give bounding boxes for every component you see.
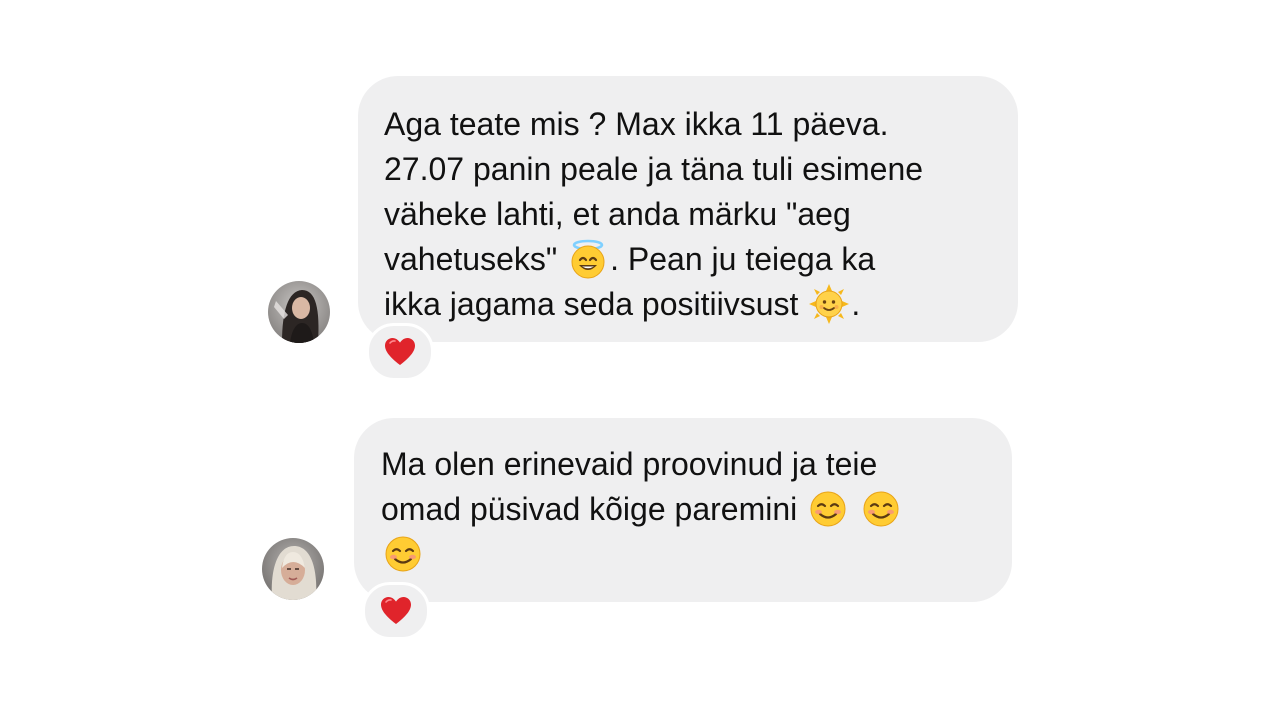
sender-avatar[interactable]	[262, 538, 324, 600]
message-text-line: Aga teate mis ? Max ikka 11 päeva.	[384, 106, 889, 142]
sender-avatar[interactable]	[268, 281, 330, 343]
message-bubble[interactable]: Aga teate mis ? Max ikka 11 päeva. 27.07…	[358, 76, 1018, 342]
sun-with-face-icon	[808, 283, 850, 325]
red-heart-icon	[381, 597, 411, 624]
message-text-fragment: . Pean ju teiega ka	[610, 241, 876, 277]
message-text-line	[381, 532, 1012, 577]
reaction-badge[interactable]	[362, 582, 430, 640]
smiling-face-icon	[860, 488, 902, 530]
message-text-line: väheke lahti, et anda märku "aeg	[384, 196, 851, 232]
message-text-line: ikka jagama seda positiivsust .	[384, 282, 1018, 327]
message-text-fragment: ikka jagama seda positiivsust	[384, 286, 799, 322]
message-text-line: Ma olen erinevaid proovinud ja teie	[381, 446, 878, 482]
chat-thread: Aga teate mis ? Max ikka 11 päeva. 27.07…	[0, 0, 1280, 720]
message-text-line: omad püsivad kõige paremini	[381, 487, 1012, 532]
smiling-face-icon	[807, 488, 849, 530]
message-text-fragment: .	[851, 286, 861, 322]
message-text-line: 27.07 panin peale ja täna tuli esimene	[384, 151, 924, 187]
message-text-fragment: omad püsivad kõige paremini	[381, 491, 798, 527]
reaction-badge[interactable]	[366, 323, 434, 381]
avatar-photo-dark-hair	[268, 281, 330, 343]
message-bubble[interactable]: Ma olen erinevaid proovinud ja teie omad…	[354, 418, 1012, 602]
message-text-line: vahetuseks" . Pean ju teiega ka	[384, 237, 1018, 282]
message-text-fragment: vahetuseks"	[384, 241, 558, 277]
avatar-photo-blonde-hair	[262, 538, 324, 600]
smiling-face-icon	[382, 533, 424, 575]
smiling-face-with-halo-icon	[567, 238, 609, 280]
red-heart-icon	[385, 338, 415, 365]
